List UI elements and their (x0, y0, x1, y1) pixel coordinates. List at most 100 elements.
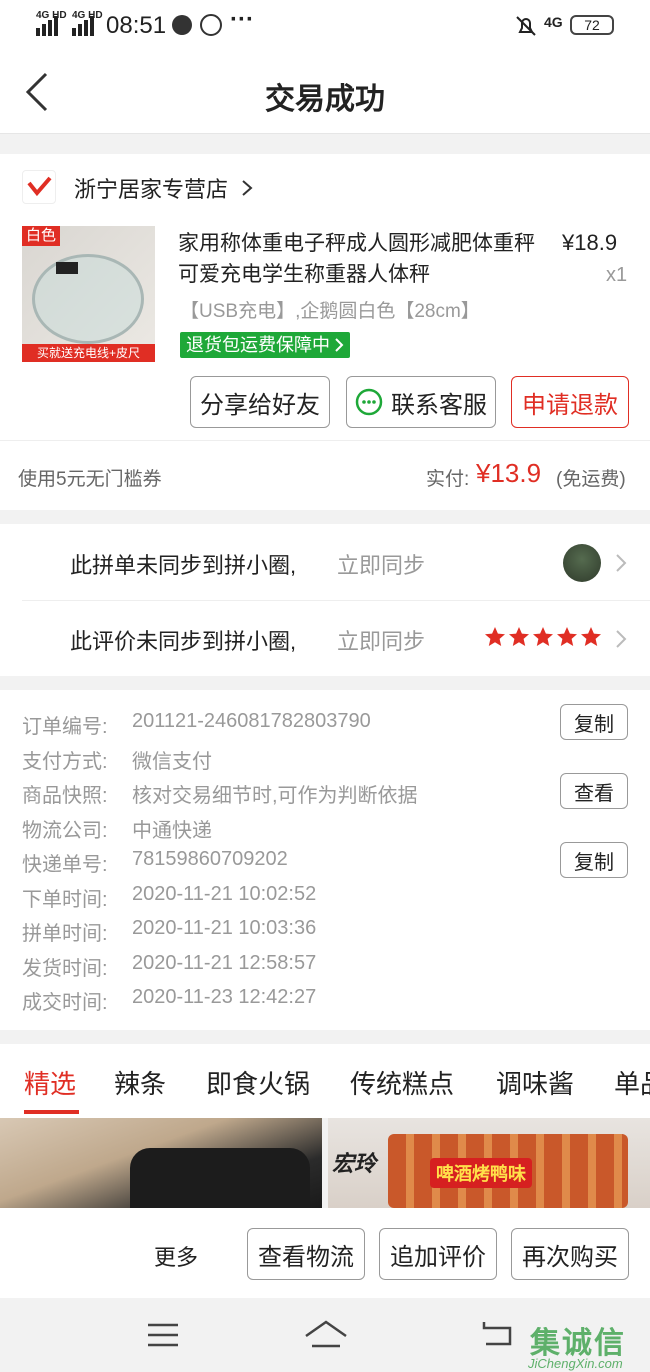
add-review-label: 追加评价 (390, 1243, 486, 1271)
share-label: 分享给好友 (200, 391, 320, 419)
detail-action-button[interactable]: 复制 (560, 842, 628, 878)
network-label-3: 4G (544, 14, 563, 30)
view-logistics-button[interactable]: 查看物流 (247, 1228, 365, 1280)
battery-icon: 72 (570, 15, 614, 35)
scale-display (56, 262, 78, 274)
detail-action-label: 查看 (574, 782, 614, 805)
share-button[interactable]: 分享给好友 (190, 376, 330, 428)
detail-action-label: 复制 (574, 713, 614, 736)
home-icon[interactable] (304, 1318, 348, 1348)
more-button[interactable]: 更多 (154, 1240, 198, 1272)
product-title[interactable]: 家用称体重电子秤成人圆形减肥体重秤可爱充电学生称重器人体秤 (178, 228, 548, 290)
tab-single[interactable]: 单品 (614, 1064, 650, 1101)
detail-value: 78159860709202 (132, 848, 288, 870)
shop-name: 浙宁居家专营店 (74, 177, 229, 202)
brand-mark: 宏玲 (332, 1151, 377, 1176)
bag-graphic (130, 1148, 310, 1208)
page-title: 交易成功 (265, 83, 385, 116)
status-bar: 4G HD 4G HD 08:51 ··· 4G 72 (0, 0, 650, 52)
detail-label: 商品快照: (22, 785, 108, 807)
scale-graphic (32, 254, 144, 344)
sync-order-action[interactable]: 立即同步 (337, 548, 425, 580)
chevron-right-icon (616, 554, 627, 572)
detail-value: 核对交易细节时,可作为判断依据 (132, 785, 418, 807)
detail-value: 2020-11-21 10:03:36 (132, 917, 317, 939)
guarantee-badge[interactable]: 退货包运费保障中 (180, 332, 350, 358)
order-details: 订单编号: 201121-246081782803790 复制 支付方式: 微信支付 商品… (0, 690, 650, 1030)
star-icon (557, 627, 577, 646)
detail-label: 物流公司: (22, 819, 108, 842)
tab-sauce[interactable]: 调味酱 (496, 1064, 574, 1101)
chevron-right-icon (616, 630, 627, 648)
shop-row[interactable]: 浙宁居家专营店 (0, 154, 650, 220)
refund-button[interactable]: 申请退款 (511, 376, 629, 428)
shop-logo (22, 170, 56, 204)
sync-review-row[interactable]: 此评价未同步到拼小圈, 立即同步 (0, 600, 650, 676)
detail-action-label: 复制 (574, 851, 614, 874)
detail-value: 2020-11-21 10:02:52 (132, 882, 317, 905)
tab-spicy-strips[interactable]: 辣条 (114, 1064, 166, 1101)
add-review-button[interactable]: 追加评价 (379, 1228, 497, 1280)
contact-service-label: 联系客服 (391, 391, 487, 419)
product-image[interactable]: 白色 买就送充电线+皮尺 (22, 226, 155, 362)
detail-value: 2020-11-21 12:58:57 (132, 951, 317, 974)
detail-action-button[interactable]: 查看 (560, 773, 628, 809)
paid-amount: ¥13.9 (476, 458, 542, 488)
sync-card: 此拼单未同步到拼小圈, 立即同步 此评价未同步到拼小圈, 立即同步 (0, 524, 650, 676)
mute-icon (514, 14, 538, 43)
detail-action-button[interactable]: 复制 (560, 704, 628, 740)
tab-hotpot[interactable]: 即食火锅 (206, 1064, 310, 1101)
shipping-note: (免运费) (556, 469, 626, 490)
promo-strip: 买就送充电线+皮尺 (22, 344, 155, 362)
tab-pastry[interactable]: 传统糕点 (350, 1064, 454, 1101)
recommend-image-1[interactable] (0, 1118, 322, 1208)
tab-indicator (24, 1110, 79, 1114)
coupon-text: 使用5元无门槛券 (18, 469, 162, 490)
audio-icon (172, 15, 192, 35)
detail-label: 发货时间: (22, 957, 108, 980)
menu-icon[interactable] (146, 1322, 180, 1348)
star-icon (485, 627, 505, 646)
sync-order-row[interactable]: 此拼单未同步到拼小圈, 立即同步 (0, 524, 650, 600)
detail-label: 支付方式: (22, 750, 108, 773)
chevron-right-icon (335, 338, 344, 352)
network-label-1: 4G HD (36, 10, 67, 21)
buy-again-label: 再次购买 (522, 1243, 618, 1271)
contact-service-button[interactable]: 联系客服 (346, 376, 496, 428)
paid-label: 实付: (426, 469, 470, 490)
system-nav-bar: 集诚信 JiChengXin.com (0, 1298, 650, 1372)
battery-level: 72 (584, 17, 600, 33)
chevron-right-icon (242, 180, 253, 196)
sync-order-text: 此拼单未同步到拼小圈, (70, 553, 297, 578)
detail-value: 微信支付 (132, 750, 212, 773)
rating-stars (484, 626, 602, 648)
detail-label: 下单时间: (22, 888, 108, 911)
refund-label: 申请退款 (522, 391, 618, 419)
detail-label: 成交时间: (22, 992, 108, 1014)
status-time: 08:51 (106, 12, 167, 39)
back-nav-icon[interactable] (480, 1318, 514, 1348)
order-card: 浙宁居家专营店 白色 买就送充电线+皮尺 家用称体重电子秤成人圆形减肥体重秤可爱… (0, 154, 650, 510)
product-label: 啤酒烤鸭味 (430, 1158, 532, 1188)
avatar (563, 544, 601, 582)
watermark-en: JiChengXin.com (528, 1356, 623, 1371)
buy-again-button[interactable]: 再次购买 (511, 1228, 629, 1280)
recommend-image-2[interactable]: 宏玲 啤酒烤鸭味 (328, 1118, 650, 1208)
network-label-2: 4G HD (72, 10, 103, 21)
view-logistics-label: 查看物流 (258, 1243, 354, 1271)
divider (0, 440, 650, 441)
star-icon (509, 627, 529, 646)
more-status-icons: ··· (230, 6, 254, 33)
sync-review-text: 此评价未同步到拼小圈, (70, 629, 297, 654)
star-icon (581, 627, 601, 646)
tab-selected[interactable]: 精选 (24, 1064, 76, 1101)
detail-label: 快递单号: (22, 854, 108, 876)
detail-label: 订单编号: (22, 716, 108, 738)
detail-value: 2020-11-23 12:42:27 (132, 986, 317, 1008)
product-price: ¥18.9 (562, 230, 618, 255)
sync-review-action[interactable]: 立即同步 (337, 624, 425, 656)
color-badge: 白色 (22, 226, 60, 246)
detail-value: 中通快递 (132, 819, 212, 842)
recommend-tabs: 精选 辣条 即食火锅 传统糕点 调味酱 单品 (0, 1044, 650, 1118)
detail-value: 201121-246081782803790 (132, 710, 371, 732)
